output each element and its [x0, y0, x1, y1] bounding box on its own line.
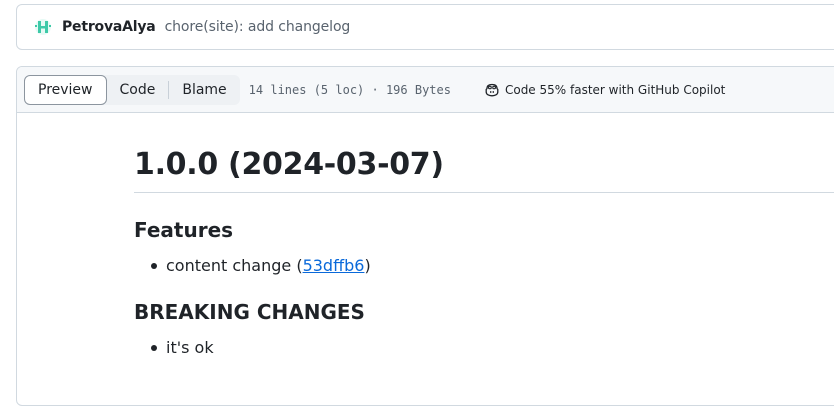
file-viewer: Preview Code Blame 14 lines (5 loc) · 19… [16, 66, 834, 406]
copilot-promo[interactable]: Code 55% faster with GitHub Copilot [484, 82, 725, 98]
section-heading-breaking-changes: BREAKING CHANGES [134, 300, 365, 324]
tab-blame[interactable]: Blame [169, 75, 239, 105]
commit-bar: PetrovaAlya chore(site): add changelog [16, 4, 834, 50]
file-header: Preview Code Blame 14 lines (5 loc) · 19… [17, 67, 834, 113]
markdown-body: 1.0.0 (2024-03-07) Features content chan… [134, 113, 834, 357]
commit-hash-link[interactable]: 53dffb6 [303, 256, 365, 275]
section-heading-features: Features [134, 218, 234, 242]
changelog-title: 1.0.0 (2024-03-07) [134, 113, 834, 193]
list-item-text: it's ok [166, 338, 214, 357]
features-list: content change (53dffb6) [134, 256, 834, 275]
tab-code[interactable]: Code [107, 75, 169, 105]
tab-preview[interactable]: Preview [24, 74, 107, 105]
commit-author[interactable]: PetrovaAlya [62, 19, 156, 35]
list-item-text: content change ( [166, 256, 303, 275]
view-mode-segmented-control: Preview Code Blame [24, 74, 240, 105]
list-item-suffix: ) [364, 256, 371, 275]
copilot-promo-text: Code 55% faster with GitHub Copilot [504, 82, 726, 97]
list-item: content change (53dffb6) [151, 256, 834, 275]
breaking-changes-list: it's ok [134, 338, 834, 357]
avatar-icon [35, 19, 51, 35]
commit-message[interactable]: chore(site): add changelog [165, 19, 351, 35]
copilot-icon [484, 82, 500, 98]
file-meta: 14 lines (5 loc) · 196 Bytes [248, 82, 451, 97]
list-item: it's ok [151, 338, 834, 357]
bullet [151, 344, 157, 351]
bullet [151, 262, 157, 269]
author-avatar[interactable] [33, 17, 53, 37]
